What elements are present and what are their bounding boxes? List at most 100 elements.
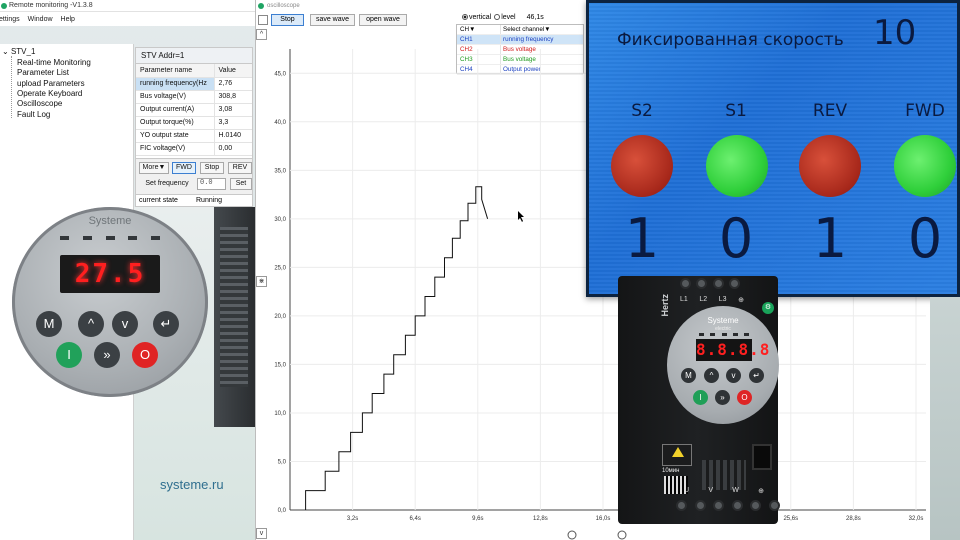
tree-item-upload-parameters[interactable]: upload Parameters: [17, 79, 85, 88]
set-frequency-input[interactable]: 0.0: [197, 178, 226, 190]
drive-up-key: ^: [704, 368, 719, 383]
more-button[interactable]: More▼: [139, 162, 169, 174]
param-name: Bus voltage(V): [136, 90, 215, 104]
drive-unit-photo: L1 L2 L3 ⊕ Hertz ⚙ Systeme electric 8.8.8.8…: [618, 276, 780, 528]
brand-site-text: systeme.ru: [160, 477, 224, 492]
col-value: Value: [214, 64, 252, 78]
tree-item-operate-keyboard[interactable]: Operate Keyboard: [17, 89, 82, 98]
rev-button[interactable]: REV: [228, 162, 252, 174]
x-tick-label: 25,6s: [783, 516, 798, 522]
menu-help[interactable]: Help: [61, 16, 75, 23]
keypad-brand: Systeme: [88, 215, 132, 227]
drive-shift-key: »: [715, 390, 730, 405]
table-row[interactable]: running frequency(Hz 2,76: [136, 77, 252, 91]
keypad-enter-key: ↵: [153, 311, 179, 337]
y-tick-label: 10,0: [274, 411, 286, 417]
drive-run-key: I: [693, 390, 708, 405]
param-value: H.0140: [214, 129, 252, 143]
app-icon: [1, 2, 7, 9]
tree-item-parameter-list[interactable]: Parameter List: [17, 68, 69, 77]
tree-item-oscilloscope[interactable]: Oscilloscope: [17, 99, 62, 108]
param-name: YO output state: [136, 129, 215, 143]
keypad-display: 27.5: [60, 255, 160, 293]
set-button[interactable]: Set: [230, 178, 252, 190]
param-value: 0,00: [214, 142, 252, 156]
drive-menu-key: M: [681, 368, 696, 383]
parameter-table: Parameter name Value running frequency(H…: [136, 64, 252, 156]
tree-collapse-icon[interactable]: ⌄: [2, 47, 11, 56]
menu-settings[interactable]: ettings: [0, 16, 20, 23]
table-row[interactable]: Bus voltage(V) 308,8: [136, 90, 252, 104]
indicator-label-fwd: FWD: [905, 101, 945, 121]
speed-panel-title: Фиксированная скорость: [617, 30, 844, 50]
param-name: FIC voltage(V): [136, 142, 215, 156]
drive-bottom-terminal-labels: U V W ⊕: [684, 487, 764, 495]
drive-bottom-terminals: [676, 500, 780, 514]
param-name: Output torque(%): [136, 116, 215, 130]
param-value: 3,08: [214, 103, 252, 117]
keypad-menu-key: M: [36, 311, 62, 337]
drive-hertz-label: Hertz: [660, 294, 670, 317]
y-tick-label: 25,0: [274, 265, 286, 271]
oscilloscope-title: oscilloscope: [267, 3, 300, 9]
indicator-label-rev: REV: [812, 101, 848, 121]
fwd-button[interactable]: FWD: [172, 162, 196, 174]
remote-window-title: Remote monitoring -V1.3.8: [9, 2, 93, 9]
x-tick-label: 3,2s: [347, 516, 358, 522]
y-tick-label: 15,0: [274, 362, 286, 368]
save-wave-button[interactable]: save wave: [310, 14, 355, 26]
x-tick-label: 9,6s: [472, 516, 483, 522]
toggle-checkbox[interactable]: [258, 15, 268, 25]
warning-icon: [662, 444, 692, 466]
scroll-right-icon: [617, 530, 627, 540]
indicator-label-s1: S1: [725, 101, 747, 121]
y-tick-label: 30,0: [274, 217, 286, 223]
open-wave-button[interactable]: open wave: [359, 14, 407, 26]
table-row[interactable]: YO output state H.0140: [136, 129, 252, 143]
tree-connector: [11, 56, 12, 118]
table-row[interactable]: FIC voltage(V) 0,00: [136, 142, 252, 156]
drive-brand: Systeme: [707, 316, 739, 325]
parameter-table-header: Parameter name Value: [136, 64, 252, 78]
menu-window[interactable]: Window: [28, 16, 53, 23]
table-row[interactable]: Output current(A) 3,08: [136, 103, 252, 117]
state-value: Running: [196, 197, 223, 204]
drive-green-badge-icon: ⚙: [762, 302, 774, 314]
keypad-shift-key: »: [94, 342, 120, 368]
tree-item-realtime[interactable]: Real-time Monitoring: [17, 58, 91, 67]
col-parameter-name: Parameter name: [136, 64, 215, 78]
app-icon: [258, 3, 264, 9]
indicator-value-fwd: 0: [907, 207, 943, 270]
x-tick-label: 6,4s: [410, 516, 421, 522]
keypad-down-key: v: [112, 311, 138, 337]
keypad-up-key: ^: [78, 311, 104, 337]
cabinet-image: [214, 207, 255, 427]
tree-root[interactable]: ⌄ STV_1: [2, 47, 35, 56]
drive-top-terminal-labels: L1 L2 L3 ⊕: [680, 296, 744, 304]
radio-vertical[interactable]: vertical: [462, 14, 491, 21]
table-row[interactable]: Output torque(%) 3,3: [136, 116, 252, 130]
time-readout: 46,1s: [526, 14, 544, 21]
y-tick-label: 35,0: [274, 168, 286, 174]
control-terminals: [702, 460, 746, 490]
speed-preset-panel: Фиксированная скорость 10 S2 S1 REV FWD …: [586, 0, 960, 297]
drive-status-leds: [699, 333, 749, 336]
drive-enter-key: ↵: [749, 368, 764, 383]
rj45-port: [752, 444, 772, 470]
keypad-closeup: Systeme 27.5 M ^ v ↵ I » O: [12, 207, 208, 397]
stop-button[interactable]: Stop: [200, 162, 224, 174]
y-tick-label: 0,0: [278, 508, 287, 514]
indicator-led-s2: [611, 135, 673, 197]
tree-item-fault-log[interactable]: Fault Log: [17, 110, 50, 119]
x-tick-label: 28,8s: [846, 516, 861, 522]
radio-level[interactable]: level: [494, 14, 516, 21]
param-name: running frequency(Hz: [136, 77, 215, 91]
drive-keypad: Systeme electric 8.8.8.8 M ^ v ↵ I » O: [667, 306, 779, 424]
param-value: 3,3: [214, 116, 252, 130]
mouse-cursor-icon: [518, 211, 524, 222]
drive-down-key: v: [726, 368, 741, 383]
osc-stop-button[interactable]: Stop: [271, 14, 304, 26]
indicator-value-rev: 1: [812, 207, 848, 270]
indicator-label-s2: S2: [631, 101, 653, 121]
state-label: current state: [139, 197, 178, 204]
